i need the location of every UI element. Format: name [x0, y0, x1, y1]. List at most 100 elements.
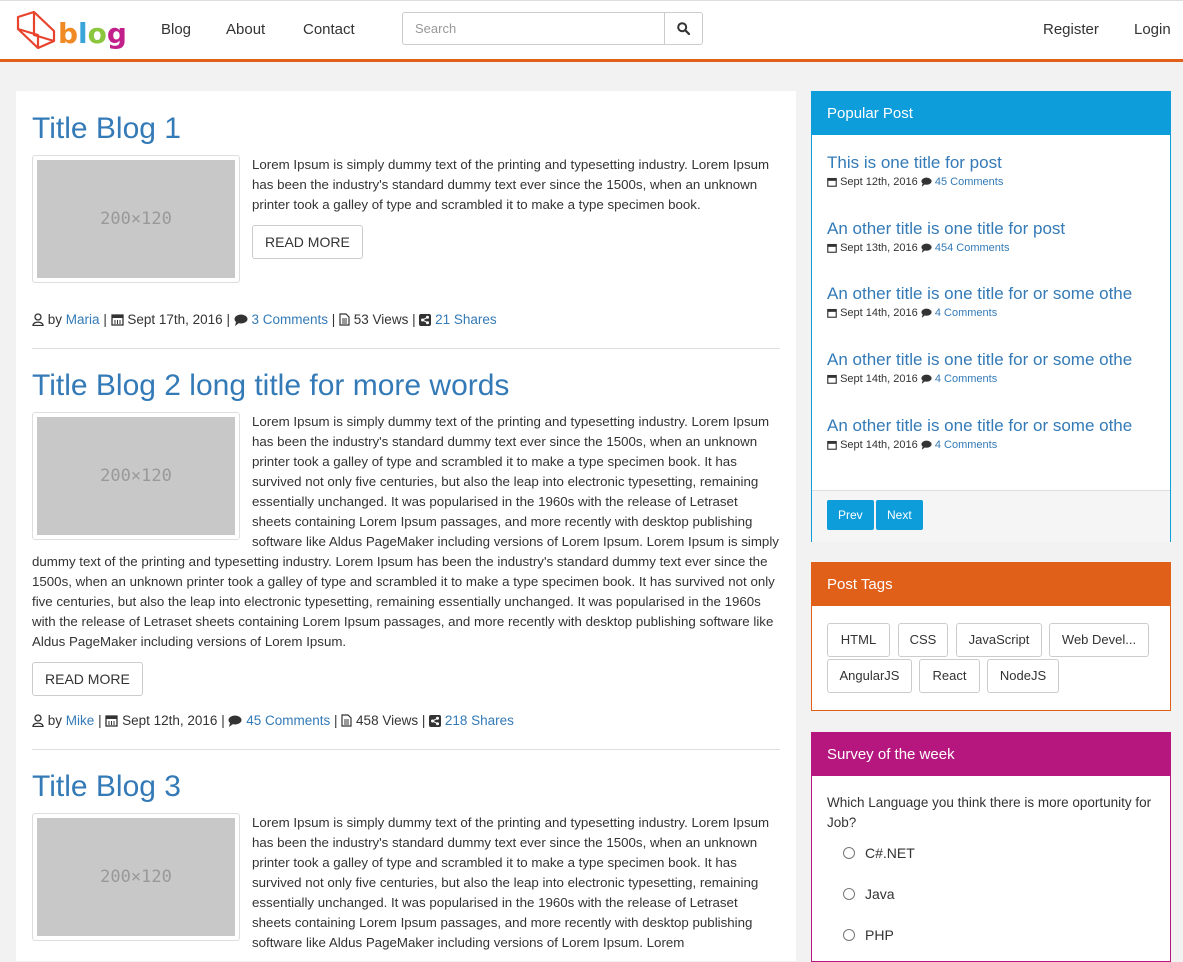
popular-post-title[interactable]: An other title is one title for or some …: [827, 415, 1157, 437]
panel-heading: Post Tags: [812, 563, 1170, 606]
popular-post-comments[interactable]: 4 Comments: [935, 373, 997, 385]
popular-post-comments[interactable]: 454 Comments: [935, 242, 1010, 254]
popular-post-title[interactable]: An other title is one title for post: [827, 218, 1157, 240]
nav-link-contact[interactable]: Contact: [303, 21, 355, 38]
post-thumbnail[interactable]: 200×120: [32, 155, 240, 283]
popular-post-date: Sept 12th, 2016: [840, 176, 918, 188]
logo-letter-b: b: [58, 17, 78, 50]
search-form: [402, 12, 703, 45]
search-button[interactable]: [664, 13, 702, 44]
user-icon: [32, 313, 44, 326]
file-icon: [341, 714, 352, 727]
file-icon: [339, 313, 350, 326]
radio-button[interactable]: [843, 847, 855, 859]
calendar-icon: [827, 177, 837, 187]
panel-footer: Prev Next: [812, 490, 1170, 542]
tag-nodejs[interactable]: NodeJS: [987, 659, 1059, 693]
option-label: Java: [865, 886, 895, 902]
survey-option-php[interactable]: PHP: [843, 927, 894, 943]
post-thumbnail[interactable]: 200×120: [32, 813, 240, 941]
popular-post-date: Sept 13th, 2016: [840, 242, 918, 254]
popular-post-item: An other title is one title for or some …: [827, 283, 1157, 319]
tag-react[interactable]: React: [919, 659, 980, 693]
popular-post-comments[interactable]: 4 Comments: [935, 307, 997, 319]
survey-option-csharp[interactable]: C#.NET: [843, 845, 915, 861]
comments-link[interactable]: 3 Comments: [251, 312, 328, 327]
tag-web-development[interactable]: Web Devel...: [1049, 623, 1149, 657]
panel-heading: Popular Post: [812, 92, 1170, 135]
tag-angularjs[interactable]: AngularJS: [827, 659, 912, 693]
post-meta: by Mike | Sept 12th, 2016 | 45 Comments …: [32, 713, 514, 728]
search-input[interactable]: [403, 13, 667, 44]
option-label: C#.NET: [865, 845, 915, 861]
post-divider: [32, 348, 780, 349]
calendar-icon: [827, 440, 837, 450]
popular-post-comments[interactable]: 45 Comments: [935, 176, 1003, 188]
post-thumbnail[interactable]: 200×120: [32, 412, 240, 540]
popular-post-item: This is one title for post Sept 12th, 20…: [827, 152, 1157, 188]
author-link[interactable]: Mike: [66, 713, 95, 728]
author-link[interactable]: Maria: [66, 312, 100, 327]
popular-post-date: Sept 14th, 2016: [840, 439, 918, 451]
post-excerpt: Lorem Ipsum is simply dummy text of the …: [252, 157, 770, 212]
shares-link[interactable]: 218 Shares: [445, 713, 514, 728]
share-icon: [429, 715, 442, 727]
post-tags-panel: Post Tags HTML CSS JavaScript Web Devel.…: [811, 562, 1171, 711]
popular-post-item: An other title is one title for or some …: [827, 415, 1157, 451]
by-label: by: [47, 312, 63, 327]
calendar-icon: [827, 308, 837, 318]
post-3: Title Blog 3 200×120 Lorem Ipsum is simp…: [32, 769, 780, 953]
popular-post-meta: Sept 14th, 2016 4 Comments: [827, 373, 1157, 385]
radio-button[interactable]: [843, 929, 855, 941]
post-title[interactable]: Title Blog 3: [32, 769, 780, 805]
prev-button[interactable]: Prev: [827, 500, 874, 530]
tag-javascript[interactable]: JavaScript: [956, 623, 1042, 657]
post-date: Sept 17th, 2016: [127, 312, 223, 327]
nav-link-about[interactable]: About: [226, 21, 265, 38]
popular-post-title[interactable]: This is one title for post: [827, 152, 1157, 174]
calendar-icon: [105, 715, 118, 727]
logo-letter-g: g: [107, 17, 127, 50]
calendar-icon: [827, 374, 837, 384]
views-count: 458 Views: [356, 713, 419, 728]
post-title[interactable]: Title Blog 1: [32, 111, 780, 147]
post-meta: by Maria | Sept 17th, 2016 | 3 Comments …: [32, 312, 497, 327]
tag-html[interactable]: HTML: [827, 623, 890, 657]
thumbnail-placeholder: 200×120: [37, 160, 235, 278]
popular-post-title[interactable]: An other title is one title for or some …: [827, 283, 1157, 305]
svg-text:blog: blog: [58, 17, 127, 50]
popular-post-panel: Popular Post This is one title for post …: [811, 91, 1171, 542]
post-title[interactable]: Title Blog 2 long title for more words: [32, 368, 780, 404]
nav-link-blog[interactable]: Blog: [161, 21, 191, 38]
calendar-icon: [110, 314, 124, 326]
comment-icon: [921, 374, 932, 384]
popular-post-meta: Sept 14th, 2016 4 Comments: [827, 307, 1157, 319]
shares-link[interactable]: 21 Shares: [435, 312, 497, 327]
comments-link[interactable]: 45 Comments: [246, 713, 330, 728]
popular-post-meta: Sept 14th, 2016 4 Comments: [827, 439, 1157, 451]
comment-icon: [228, 715, 242, 727]
popular-post-comments[interactable]: 4 Comments: [935, 439, 997, 451]
post-list: Title Blog 1 200×120 Lorem Ipsum is simp…: [16, 91, 796, 961]
popular-post-meta: Sept 13th, 2016 454 Comments: [827, 242, 1157, 254]
survey-option-java[interactable]: Java: [843, 886, 895, 902]
comment-icon: [921, 243, 932, 253]
read-more-button[interactable]: READ MORE: [32, 662, 143, 696]
popular-post-title[interactable]: An other title is one title for or some …: [827, 349, 1157, 371]
post-divider: [32, 749, 780, 750]
views-count: 53 Views: [353, 312, 409, 327]
post-date: Sept 12th, 2016: [122, 713, 218, 728]
thumbnail-placeholder: 200×120: [37, 417, 235, 535]
popular-post-meta: Sept 12th, 2016 45 Comments: [827, 176, 1157, 188]
register-link[interactable]: Register: [1043, 21, 1099, 38]
search-icon: [677, 22, 690, 35]
comment-icon: [921, 440, 932, 450]
survey-question: Which Language you think there is more o…: [827, 795, 1152, 830]
next-button[interactable]: Next: [876, 500, 923, 530]
radio-button[interactable]: [843, 888, 855, 900]
read-more-button[interactable]: READ MORE: [252, 225, 363, 259]
user-icon: [32, 714, 44, 727]
login-link[interactable]: Login: [1134, 21, 1171, 38]
tag-css[interactable]: CSS: [898, 623, 948, 657]
blog-logo[interactable]: blog: [16, 7, 128, 53]
